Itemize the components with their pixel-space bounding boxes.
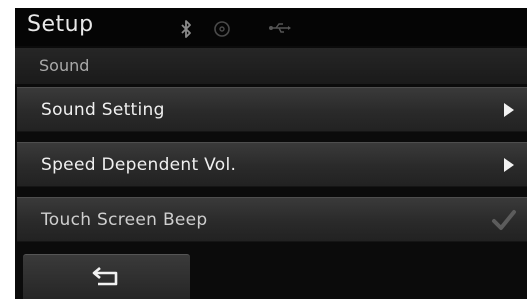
section-title: Sound xyxy=(39,56,90,75)
usb-icon xyxy=(268,20,292,39)
bluetooth-icon xyxy=(180,20,192,42)
page-title: Setup xyxy=(27,12,94,37)
footer-bar xyxy=(15,245,527,299)
disc-icon xyxy=(213,20,231,42)
arrow-right-icon xyxy=(503,102,515,122)
menu-item-sound-setting[interactable]: Sound Setting xyxy=(17,87,527,132)
menu-item-label: Sound Setting xyxy=(41,100,165,120)
back-arrow-icon xyxy=(92,267,118,286)
setup-screen: Setup Sound Sound Setting Speed Dependen… xyxy=(15,8,527,299)
menu-item-label: Touch Screen Beep xyxy=(41,210,208,230)
back-button[interactable] xyxy=(23,254,190,299)
arrow-right-icon xyxy=(503,157,515,177)
menu-item-label: Speed Dependent Vol. xyxy=(41,155,237,175)
section-header: Sound xyxy=(15,48,527,84)
header-bar: Setup xyxy=(15,8,527,46)
menu-item-speed-dependent-vol[interactable]: Speed Dependent Vol. xyxy=(17,142,527,187)
menu-item-touch-screen-beep[interactable]: Touch Screen Beep xyxy=(17,197,527,242)
checkmark-icon[interactable] xyxy=(491,208,517,236)
